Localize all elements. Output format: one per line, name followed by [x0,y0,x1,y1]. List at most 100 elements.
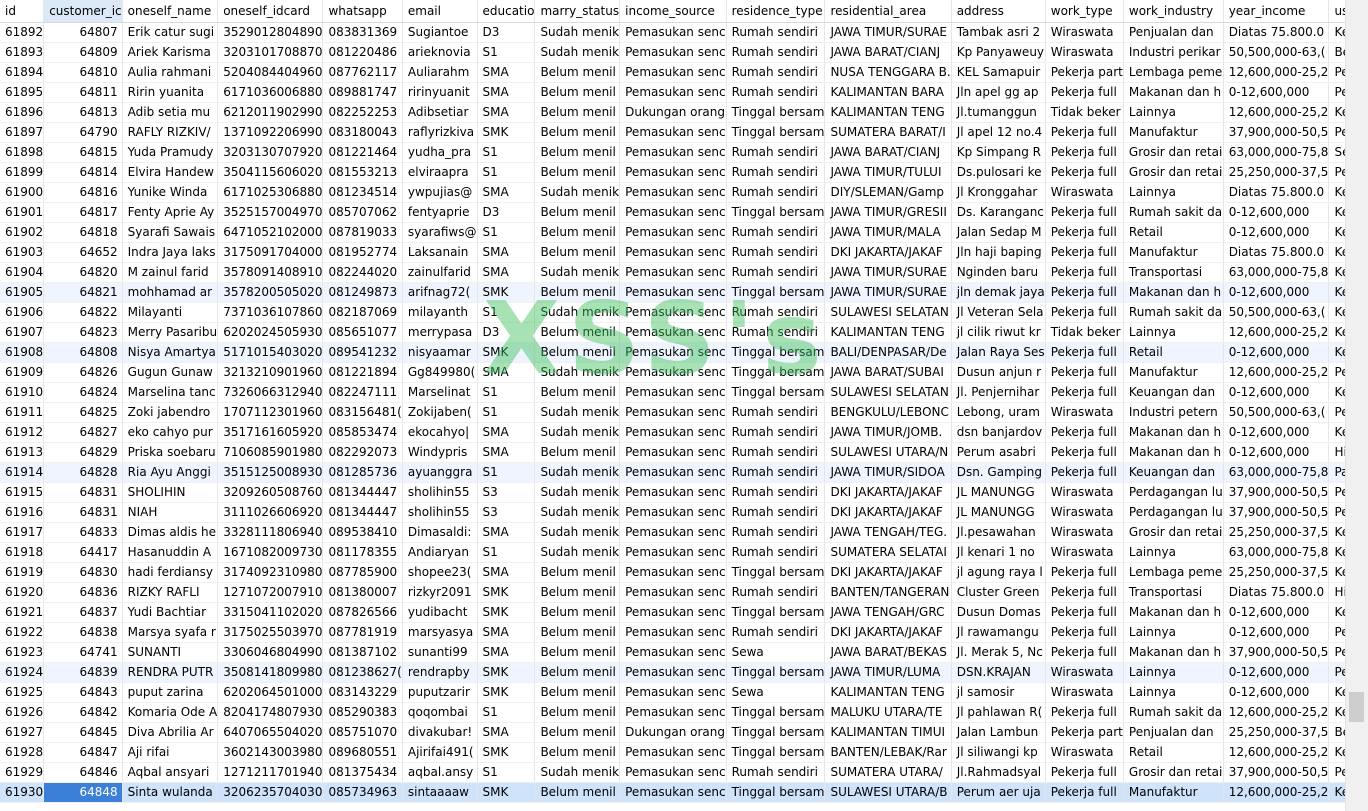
table-cell-oneself-name[interactable]: Elvira Handew [122,162,219,183]
table-cell-residential-area[interactable]: JAWA TIMUR/SURAE [824,22,952,43]
table-cell-useof-funds[interactable]: Hiburan [1328,442,1346,463]
table-cell-work-industry[interactable]: Lainnya [1123,182,1224,203]
table-cell-residence-type[interactable]: Tinggal bersam [726,742,826,763]
table-cell-income-source[interactable]: Pemasukan senc [619,402,727,423]
table-cell-address[interactable]: Ds.pulosari ke [951,162,1046,183]
table-cell-email[interactable]: Windypris [402,442,478,463]
table-cell-residential-area[interactable]: SULAWESI UTARA/N [824,442,952,463]
table-cell-educatio[interactable]: S1 [477,302,536,323]
table-cell-work-industry[interactable]: Lainnya [1123,682,1224,703]
table-cell-email[interactable]: elviraapra [402,162,478,183]
table-cell-address[interactable]: dsn banjardov [951,422,1046,443]
table-cell-address[interactable]: Jl Veteran Sela [951,302,1046,323]
table-cell-oneself-idcard[interactable]: 6202064501000 [217,682,324,703]
table-cell-residential-area[interactable]: JAWA BARAT/CIANJ [824,42,952,63]
table-cell-residence-type[interactable]: Sewa [726,682,826,703]
table-cell-whatsapp[interactable]: 082292073 [322,442,403,463]
table-cell-email[interactable]: yudibacht [402,602,478,623]
table-cell-work-type[interactable]: Tidak beker [1045,322,1124,343]
table-cell-work-industry[interactable]: Makanan dan h [1123,642,1224,663]
table-cell-oneself-idcard[interactable]: 3517161605920 [217,422,324,443]
column-header[interactable]: useof_funds [1328,0,1346,23]
table-row[interactable]: 61912 64827 eko cahyo pur 3517161605920 0858… [0,422,1346,443]
table-cell-useof-funds[interactable]: Kebutuhan sehari-h [1328,522,1346,543]
table-cell-year-income[interactable]: 0-12,600,000 [1223,82,1330,103]
table-cell-work-industry[interactable]: Makanan dan h [1123,82,1224,103]
table-cell-email[interactable]: ywpujias@ [402,182,478,203]
table-row[interactable]: 61906 64822 Milayanti 7371036107860 08218706… [0,302,1346,323]
table-cell-work-type[interactable]: Pekerja full [1045,82,1124,103]
table-cell-year-income[interactable]: 50,500,000-63,( [1223,42,1330,63]
table-row[interactable]: 61929 64846 Aqbal ansyari 1271211701940 0813… [0,762,1346,783]
table-cell-year-income[interactable]: Diatas 75.800.0 [1223,182,1330,203]
table-cell-customer-ic[interactable]: 64820 [43,262,123,283]
table-cell-address[interactable]: Jl Kronggahar [951,182,1046,203]
table-cell-useof-funds[interactable]: Pengobatan [1328,622,1346,643]
table-row[interactable]: 61917 64833 Dimas aldis he 3328111806940 089… [0,522,1346,543]
table-cell-residential-area[interactable]: DKI JAKARTA/JAKAF [824,482,952,503]
table-cell-oneself-idcard[interactable]: 3209260508760 [217,482,324,503]
table-row[interactable]: 61918 64417 Hasanuddin A 1671082009730 08117… [0,542,1346,563]
table-cell-address[interactable]: Perum aer uja [951,782,1046,803]
table-cell-educatio[interactable]: SMA [477,562,536,583]
table-cell-income-source[interactable]: Pemasukan senc [619,182,727,203]
table-cell-oneself-name[interactable]: Diva Abrilia Ar [122,722,219,743]
table-cell-customer-ic[interactable]: 64848 [43,782,123,803]
table-cell-year-income[interactable]: Diatas 75.800.0 [1223,22,1330,43]
table-cell-oneself-idcard[interactable]: 3306046804990 [217,642,324,663]
table-cell-whatsapp[interactable]: 081344447 [322,502,403,523]
table-cell-educatio[interactable]: SMA [477,102,536,123]
table-cell-oneself-name[interactable]: Marselina tanc [122,382,219,403]
table-cell-customer-ic[interactable]: 64845 [43,722,123,743]
table-row[interactable]: 61930 64848 Sinta wulanda 3206235704030 0857… [0,782,1346,803]
table-cell-income-source[interactable]: Pemasukan senc [619,142,727,163]
table-cell-residential-area[interactable]: JAWA TIMUR/GRESII [824,202,952,223]
table-cell-customer-ic[interactable]: 64830 [43,562,123,583]
table-cell-income-source[interactable]: Pemasukan senc [619,222,727,243]
table-cell-whatsapp[interactable]: 085853474 [322,422,403,443]
table-cell-email[interactable]: ririnyuanit [402,82,478,103]
table-cell-income-source[interactable]: Pemasukan senc [619,422,727,443]
table-cell-whatsapp[interactable]: 085734963 [322,782,403,803]
table-cell-residential-area[interactable]: KALIMANTAN TENG [824,682,952,703]
table-cell-educatio[interactable]: S1 [477,462,536,483]
table-cell-income-source[interactable]: Pemasukan senc [619,562,727,583]
table-cell-educatio[interactable]: S3 [477,502,536,523]
table-cell-oneself-idcard[interactable]: 8204174807930 [217,702,324,723]
table-row[interactable]: 61924 64839 RENDRA PUTR 3508141809980 081238… [0,662,1346,683]
table-cell-whatsapp[interactable]: 081344447 [322,482,403,503]
table-cell-id[interactable]: 61918 [0,542,45,563]
table-cell-residential-area[interactable]: SUMATERA UTARA/ [824,762,952,783]
table-cell-id[interactable]: 61924 [0,662,45,683]
table-cell-useof-funds[interactable]: Kebutuhan sehari-h [1328,602,1346,623]
table-cell-work-type[interactable]: Wiraswata [1045,482,1124,503]
table-cell-useof-funds[interactable]: Kebutuhan sehari-h [1328,382,1346,403]
table-cell-work-industry[interactable]: Transportasi [1123,582,1224,603]
table-cell-address[interactable]: KEL Samapuir [951,62,1046,83]
table-cell-useof-funds[interactable]: Kebutuhan sehari-h [1328,562,1346,583]
table-cell-useof-funds[interactable]: Kebutuhan sehari-h [1328,542,1346,563]
column-header[interactable]: marry_status [534,0,621,23]
table-cell-income-source[interactable]: Pemasukan senc [619,522,727,543]
table-cell-residential-area[interactable]: KALIMANTAN TIMUI [824,722,952,743]
table-row[interactable]: 61908 64808 Nisya Amartya 5171015403020 0895… [0,342,1346,363]
table-cell-id[interactable]: 61915 [0,482,45,503]
table-cell-residence-type[interactable]: Tinggal bersam [726,602,826,623]
table-cell-whatsapp[interactable]: 081178355 [322,542,403,563]
table-cell-educatio[interactable]: SMA [477,442,536,463]
table-cell-year-income[interactable]: 0-12,600,000 [1223,602,1330,623]
table-cell-email[interactable]: sunanti99 [402,642,478,663]
table-cell-oneself-idcard[interactable]: 3203101708870 [217,42,324,63]
table-cell-work-industry[interactable]: Rumah sakit da [1123,702,1224,723]
table-cell-email[interactable]: raflyrizkiva [402,122,478,143]
table-cell-work-industry[interactable]: Industri perikar [1123,42,1224,63]
table-cell-useof-funds[interactable]: Pengobatan [1328,502,1346,523]
table-cell-useof-funds[interactable]: Kebutuhan sehari-h [1328,322,1346,343]
table-cell-oneself-idcard[interactable]: 6471052102000 [217,222,324,243]
table-row[interactable]: 61904 64820 M zainul farid 3578091408910 082… [0,262,1346,283]
table-cell-educatio[interactable]: S1 [477,222,536,243]
table-cell-year-income[interactable]: 12,600,000-25,2 [1223,362,1330,383]
table-cell-income-source[interactable]: Pemasukan senc [619,662,727,683]
table-cell-address[interactable]: jl cilik riwut kr [951,322,1046,343]
table-cell-address[interactable]: Jl apel 12 no.4 [951,122,1046,143]
